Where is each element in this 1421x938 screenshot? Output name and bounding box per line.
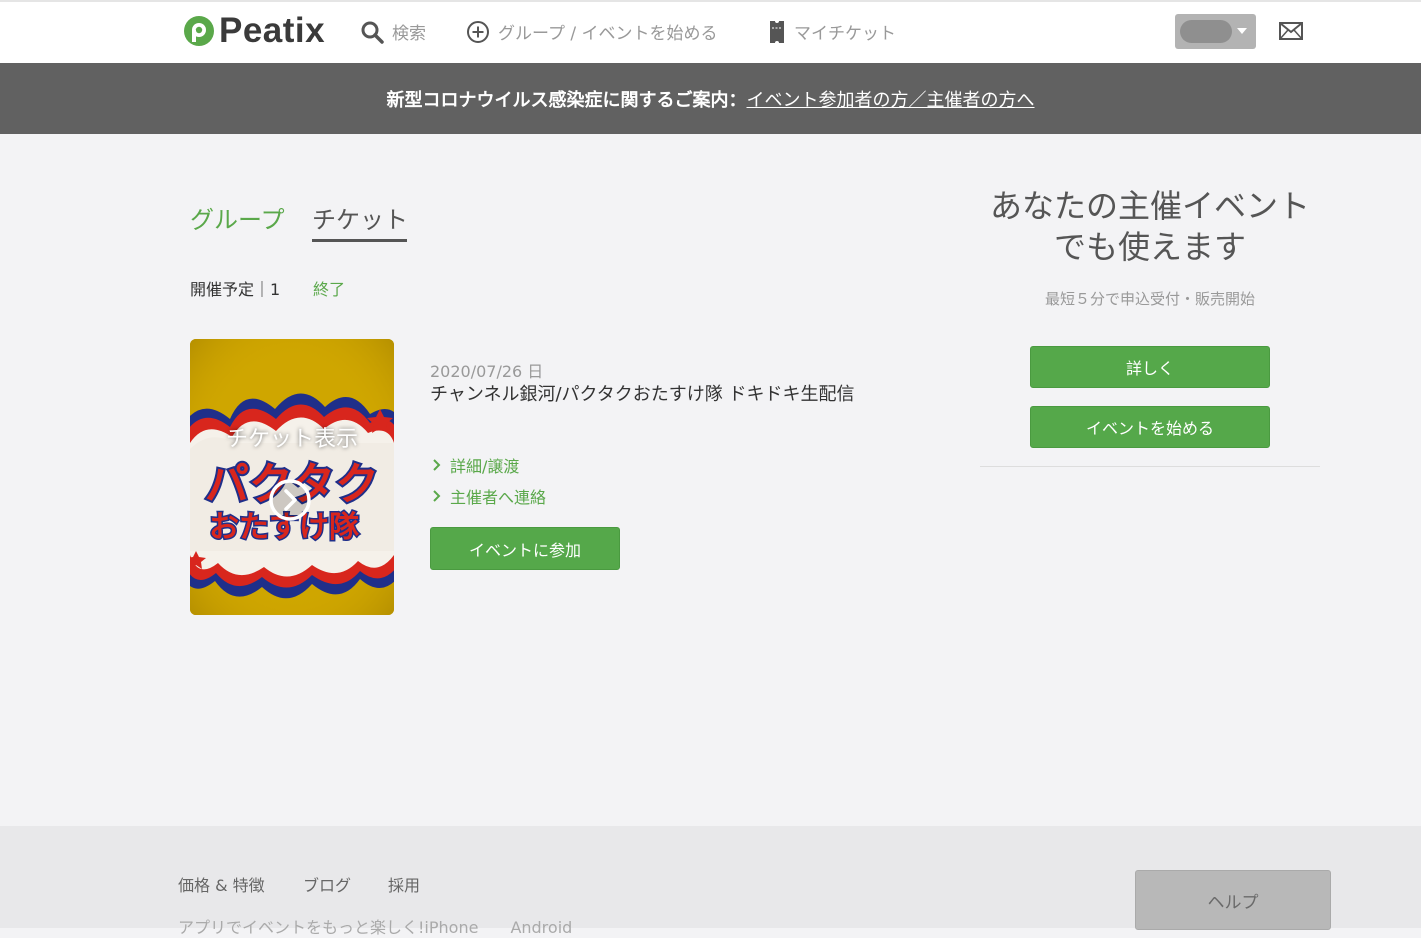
ticket-icon bbox=[770, 20, 784, 43]
peatix-logo-icon bbox=[184, 16, 214, 46]
nav-my-ticket[interactable]: マイチケット bbox=[768, 19, 896, 44]
notice-prefix: 新型コロナウイルス感染症に関するご案内： bbox=[386, 89, 747, 111]
peatix-logo[interactable]: Peatix bbox=[182, 12, 325, 50]
event-thumbnail[interactable]: パクタク おたすけ隊 チケット表示 bbox=[190, 339, 394, 615]
search-icon bbox=[361, 21, 384, 44]
help-button[interactable]: ヘルプ bbox=[1135, 870, 1331, 930]
divider bbox=[980, 466, 1320, 467]
avatar bbox=[1180, 20, 1232, 43]
event-detail-link[interactable]: 詳細/譲渡 bbox=[432, 453, 519, 477]
footer: 価格 & 特徴 ブログ 採用 アプリでイベントをもっと楽しく!iPhone And… bbox=[0, 826, 1421, 937]
tab-group[interactable]: グループ bbox=[190, 200, 285, 235]
footer-app-promo: アプリでイベントをもっと楽しく!iPhone Android bbox=[178, 914, 572, 938]
promo-title-line2: でも使えます bbox=[1053, 228, 1246, 266]
caret-down-icon bbox=[1237, 28, 1247, 34]
logo-text: Peatix bbox=[219, 11, 326, 50]
show-ticket-label: チケット表示 bbox=[225, 427, 358, 452]
event-date: 2020/07/26 日 bbox=[430, 362, 544, 381]
chevron-right-icon bbox=[433, 459, 441, 471]
footer-link-pricing[interactable]: 価格 & 特徴 bbox=[178, 872, 265, 896]
covid-notice-banner: 新型コロナウイルス感染症に関するご案内： イベント参加者の方／主催者の方へ bbox=[0, 63, 1421, 134]
nav-start-group-event[interactable]: グループ / イベントを始める bbox=[466, 19, 718, 44]
nav-search-label: 検索 bbox=[392, 24, 426, 44]
tab-ticket[interactable]: チケット bbox=[312, 200, 408, 235]
active-tab-indicator bbox=[312, 239, 407, 242]
notice-link[interactable]: イベント参加者の方／主催者の方へ bbox=[747, 86, 1035, 112]
promo-title-line1: あなたの主催イベント bbox=[989, 187, 1310, 225]
chevron-right-circle-icon bbox=[269, 479, 311, 521]
event-title[interactable]: チャンネル銀河/パクタクおたすけ隊 ドキドキ生配信 bbox=[430, 382, 870, 407]
mail-icon bbox=[1279, 22, 1303, 40]
nav-start-label: グループ / イベントを始める bbox=[498, 24, 718, 44]
account-menu-button[interactable] bbox=[1175, 14, 1256, 49]
nav-ticket-label: マイチケット bbox=[794, 24, 896, 44]
subtab-ended[interactable]: 終了 bbox=[313, 276, 345, 300]
plus-circle-icon bbox=[467, 20, 489, 43]
subtab-upcoming[interactable]: 開催予定｜1 bbox=[190, 276, 280, 300]
messages-button[interactable] bbox=[1279, 22, 1303, 40]
top-header: Peatix 検索 グループ / イベントを始める マイチケット bbox=[0, 0, 1421, 63]
chevron-right-icon bbox=[433, 490, 441, 502]
promo-title: あなたの主催イベント でも使えます bbox=[980, 186, 1320, 268]
nav-search[interactable]: 検索 bbox=[360, 19, 426, 44]
start-event-button[interactable]: イベントを始める bbox=[1030, 406, 1270, 448]
contact-organizer-label: 主催者へ連絡 bbox=[450, 488, 547, 507]
footer-link-recruit[interactable]: 採用 bbox=[388, 872, 420, 896]
footer-link-blog[interactable]: ブログ bbox=[303, 872, 351, 896]
contact-organizer-link[interactable]: 主催者へ連絡 bbox=[432, 484, 546, 508]
join-event-button[interactable]: イベントに参加 bbox=[430, 527, 620, 570]
promo-subtitle: 最短５分で申込受付・販売開始 bbox=[1044, 290, 1255, 308]
learn-more-button[interactable]: 詳しく bbox=[1030, 346, 1270, 388]
event-detail-label: 詳細/譲渡 bbox=[450, 457, 520, 476]
